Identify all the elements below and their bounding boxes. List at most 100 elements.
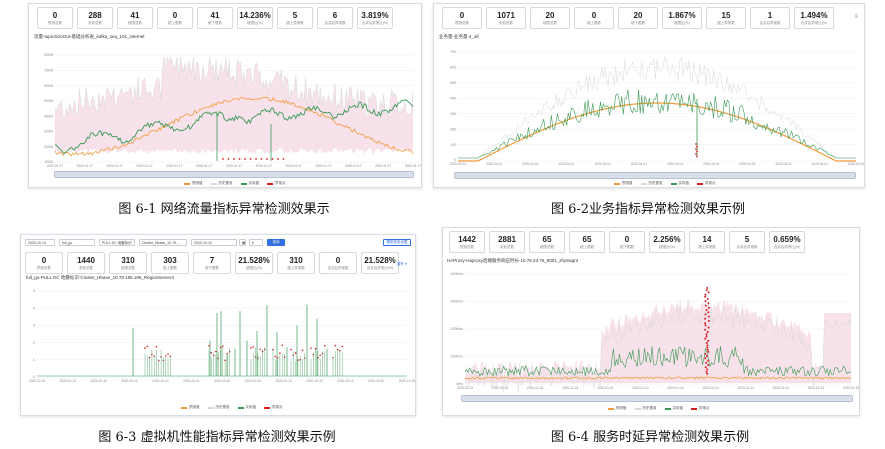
x-tick-label: 2020-10-10: [121, 379, 138, 383]
legend-item[interactable]: 异常点: [697, 181, 716, 186]
legend-label: 异常点: [275, 181, 286, 185]
legend-item[interactable]: 实际值: [240, 181, 259, 186]
legend-swatch: [664, 407, 671, 410]
anomaly-point: [341, 345, 344, 348]
y-tick-label: 3: [33, 324, 35, 328]
x-tick-label: 2020-01-24: [492, 386, 509, 390]
anomaly-point: [696, 155, 698, 158]
y-tick-label: 200: [450, 127, 456, 131]
x-tick-label: 2020-01-17: [226, 164, 243, 168]
legend-item[interactable]: 实际值: [237, 405, 257, 410]
anomaly-point: [249, 158, 252, 160]
legend-label: 预测值: [622, 181, 633, 185]
anomaly-point: [282, 158, 285, 160]
legend-label: 异常点: [699, 406, 710, 410]
anomaly-point: [227, 158, 230, 160]
anomaly-point: [705, 361, 708, 364]
legend-item[interactable]: 实际值: [664, 406, 683, 411]
x-tick-label: 2020-10-10: [245, 379, 262, 383]
anomaly-point: [259, 348, 261, 351]
anomaly-point: [252, 346, 255, 348]
legend-swatch: [670, 182, 677, 185]
x-tick-label: 2020-01-24: [773, 386, 790, 390]
y-tick-label: 100: [450, 143, 456, 147]
x-tick-label: 2020-01-24: [702, 386, 719, 390]
legend-label: 实际值: [245, 405, 257, 409]
y-tick-label: 600: [450, 66, 456, 70]
legend-item[interactable]: 历史基准: [640, 181, 663, 186]
legend-swatch: [697, 182, 703, 185]
legend-label: 实际值: [678, 181, 690, 185]
anomaly-point: [310, 347, 312, 349]
legend-label: 异常点: [272, 405, 283, 409]
legend-swatch: [634, 407, 641, 410]
legend-item[interactable]: 实际值: [670, 181, 690, 186]
legend-item[interactable]: 预测值: [614, 181, 633, 186]
x-tick-label: 2020-10-10: [337, 379, 354, 383]
x-tick-label: 2020-01-24: [808, 386, 825, 390]
legend-item[interactable]: 历史基准: [210, 181, 233, 186]
x-tick-label: 2020-04-01: [739, 162, 756, 166]
anomaly-point: [704, 357, 707, 360]
figure-1-zoom-slider[interactable]: [54, 171, 414, 178]
legend-item[interactable]: 历史基准: [207, 405, 230, 410]
x-tick-label: 2020-04-01: [522, 162, 539, 166]
x-tick-label: 2020-10-10: [214, 379, 231, 383]
legend-label: 历史基准: [648, 181, 663, 185]
anomaly-point: [705, 335, 708, 338]
legend-item[interactable]: 预测值: [608, 406, 627, 411]
figure-2-zoom-slider[interactable]: [454, 172, 856, 179]
x-tick-label: 2020-04-01: [631, 162, 648, 166]
x-tick-label: 2020-01-24: [527, 386, 544, 390]
y-tick-label: 3000ms: [451, 300, 464, 304]
anomaly-point: [301, 349, 304, 352]
figure-4-zoom-slider[interactable]: [461, 395, 853, 402]
x-tick-label: 2020-01-24: [457, 386, 474, 390]
legend-swatch: [210, 182, 217, 185]
legend-swatch: [240, 182, 247, 185]
anomaly-point: [704, 317, 707, 320]
figure-4-legend: 预测值 历史基准 实际值 异常点: [608, 406, 710, 411]
legend-label: 预测值: [189, 405, 200, 409]
anomaly-point: [707, 306, 710, 309]
legend-swatch: [237, 406, 244, 409]
anomaly-point: [704, 366, 707, 369]
legend-item[interactable]: 历史基准: [634, 406, 657, 411]
x-tick-label: 2020-01-17: [136, 164, 153, 168]
x-tick-label: 2020-04-01: [703, 162, 720, 166]
figure-4-caption: 图 6-4 服务时延异常检测效果示例: [550, 430, 750, 445]
y-tick-label: 4000ms: [451, 272, 464, 276]
x-tick-label: 2020-04-01: [558, 162, 575, 166]
anomaly-point: [704, 300, 707, 303]
anomaly-point: [274, 355, 277, 358]
legend-item[interactable]: 异常点: [691, 406, 710, 411]
baseline-band: [55, 57, 413, 154]
legend-item[interactable]: 预测值: [184, 181, 203, 186]
legend-item[interactable]: 异常点: [264, 405, 283, 410]
x-tick-label: 2020-01-17: [166, 164, 183, 168]
anomaly-point: [706, 368, 709, 371]
legend-swatch: [608, 407, 614, 410]
anomaly-point: [696, 145, 698, 148]
legend-item[interactable]: 预测值: [181, 405, 200, 410]
figure-3-chart: 5432102020-10-10 2020-10-10 2020-10-10 2020…: [29, 289, 415, 383]
x-tick-label: 2020-04-01: [812, 162, 829, 166]
legend-swatch: [264, 406, 270, 409]
legend-swatch: [207, 406, 214, 409]
x-tick-label: 2020-01-24: [597, 386, 614, 390]
legend-item[interactable]: 异常点: [267, 181, 286, 186]
legend-label: 异常点: [705, 181, 716, 185]
anomaly-point: [704, 322, 707, 325]
anomaly-point: [705, 309, 708, 311]
anomaly-point: [707, 364, 710, 366]
menu-icon[interactable]: ≡: [854, 14, 858, 20]
figure-3-legend: 预测值 历史基准 实际值 异常点: [181, 405, 283, 410]
anomaly-point: [167, 353, 169, 355]
anomaly-point: [281, 344, 284, 347]
x-tick-label: 2020-01-24: [843, 386, 859, 390]
anomaly-point: [277, 158, 279, 160]
y-tick-label: 600M: [44, 84, 53, 88]
y-tick-label: 500: [450, 81, 456, 85]
y-tick-label: 1: [33, 358, 35, 362]
x-tick-label: 2020-01-17: [315, 164, 332, 168]
